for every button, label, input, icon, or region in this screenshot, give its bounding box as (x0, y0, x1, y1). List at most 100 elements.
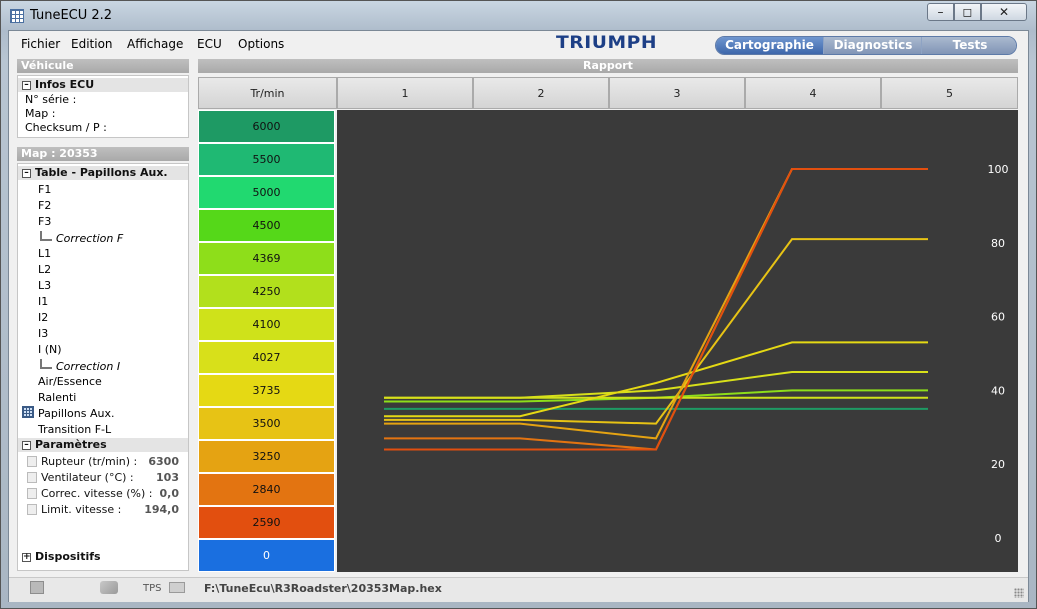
rpm-row[interactable]: 4369 (198, 242, 335, 275)
y-tick-label: 0 (995, 532, 1002, 545)
menu-edition[interactable]: Edition (71, 37, 113, 51)
rpm-row[interactable]: 5500 (198, 143, 335, 176)
y-tick-label: 60 (991, 311, 1005, 324)
y-tick-label: 100 (988, 163, 1009, 176)
y-tick-label: 80 (991, 237, 1005, 250)
rpm-row[interactable]: 3500 (198, 407, 335, 440)
menu-options[interactable]: Options (238, 37, 284, 51)
gear-header[interactable]: 4 (745, 77, 881, 109)
series-line-4027 (384, 370, 928, 399)
info-serial: N° série : (25, 93, 77, 106)
tab-tests[interactable]: Tests (921, 37, 1016, 54)
tree-item-i2[interactable]: I2 (38, 311, 48, 324)
file-path: F:\TuneEcu\R3Roadster\20353Map.hex (204, 582, 442, 595)
gear-header[interactable]: 3 (609, 77, 745, 109)
rpm-row[interactable]: 0 (198, 539, 335, 572)
view-tabs: Cartographie Diagnostics Tests (715, 36, 1017, 55)
y-tick-label: 20 (991, 458, 1005, 471)
spinner-icon[interactable] (27, 488, 37, 499)
parametres-title: Paramètres (35, 438, 107, 451)
param-correc-vitesse-value[interactable]: 0,0 (139, 487, 180, 500)
tree-item-papillons-aux[interactable]: Papillons Aux. (38, 407, 114, 420)
series-line-2840 (384, 168, 928, 451)
rpm-row[interactable]: 2840 (198, 473, 335, 506)
tree-item-f3[interactable]: F3 (38, 215, 51, 228)
menu-fichier[interactable]: Fichier (21, 37, 60, 51)
tree-item-i3[interactable]: I3 (38, 327, 48, 340)
sub-arrow-icon (40, 359, 52, 369)
tree-item-transition-f-l[interactable]: Transition F-L (38, 423, 111, 436)
tps-label: TPS (143, 583, 162, 594)
motorcycle-icon[interactable] (100, 581, 118, 594)
tree-item-f1[interactable]: F1 (38, 183, 51, 196)
param-limit-vitesse-label: Limit. vitesse : (41, 503, 122, 516)
tree-item-correction-i[interactable]: Correction I (40, 359, 120, 373)
rpm-row[interactable]: 2590 (198, 506, 335, 539)
menu-affichage[interactable]: Affichage (127, 37, 183, 51)
resize-grip-icon[interactable] (1014, 588, 1024, 598)
close-button[interactable]: ✕ (981, 3, 1027, 21)
series-line-3735 (384, 341, 928, 418)
tree-item-i-n[interactable]: I (N) (38, 343, 62, 356)
rpm-row[interactable]: 4027 (198, 341, 335, 374)
tree-item-f2[interactable]: F2 (38, 199, 51, 212)
table-grid-icon (22, 406, 34, 418)
sub-arrow-icon (40, 231, 52, 241)
graph-svg: 100 80 60 40 20 0 (384, 163, 1009, 545)
infos-ecu-title: Infos ECU (35, 78, 95, 91)
series-line-3500 (384, 238, 928, 425)
table-group-title: Table - Papillons Aux. (35, 166, 168, 179)
tree-item-l3[interactable]: L3 (38, 279, 51, 292)
collapse-icon[interactable]: – (22, 441, 31, 450)
tree-item-l2[interactable]: L2 (38, 263, 51, 276)
dispositifs-group[interactable]: + Dispositifs (18, 550, 188, 564)
tree-item-correction-f[interactable]: Correction F (40, 231, 123, 245)
tps-indicator (169, 582, 185, 593)
table-group[interactable]: – Table - Papillons Aux. (18, 166, 188, 180)
map-header: Map : 20353 (17, 147, 189, 161)
rpm-row[interactable]: 4100 (198, 308, 335, 341)
collapse-icon[interactable]: – (22, 81, 31, 90)
rpm-row[interactable]: 4500 (198, 209, 335, 242)
param-rupteur-label: Rupteur (tr/min) : (41, 455, 138, 468)
rpm-row[interactable]: 3250 (198, 440, 335, 473)
tree-item-l1[interactable]: L1 (38, 247, 51, 260)
info-map: Map : (25, 107, 56, 120)
menu-ecu[interactable]: ECU (197, 37, 222, 51)
triumph-logo: TRIUMPH (556, 33, 658, 53)
vehicule-header: Véhicule (17, 59, 189, 73)
param-rupteur-value[interactable]: 6300 (139, 455, 179, 468)
spinner-icon[interactable] (27, 504, 37, 515)
tree-item-ralenti[interactable]: Ralenti (38, 391, 76, 404)
spinner-icon[interactable] (27, 472, 37, 483)
corner-label: Tr/min (198, 77, 337, 109)
tab-cartographie[interactable]: Cartographie (716, 37, 823, 54)
gear-header[interactable]: 5 (881, 77, 1018, 109)
spinner-icon[interactable] (27, 456, 37, 467)
rpm-row[interactable]: 6000 (198, 110, 335, 143)
connection-icon[interactable] (30, 581, 44, 594)
maximize-button[interactable]: ◻ (954, 3, 981, 21)
rpm-row[interactable]: 4250 (198, 275, 335, 308)
title-bar[interactable]: TuneECU 2.2 – ◻ ✕ (0, 0, 1037, 30)
app-icon (10, 9, 24, 23)
param-ventilateur-value[interactable]: 103 (139, 471, 179, 484)
gear-header[interactable]: 2 (473, 77, 609, 109)
info-checksum: Checksum / P : (25, 121, 107, 134)
tree-item-air-essence[interactable]: Air/Essence (38, 375, 102, 388)
window-title: TuneECU 2.2 (30, 8, 113, 23)
tree-item-i1[interactable]: I1 (38, 295, 48, 308)
expand-icon[interactable]: + (22, 553, 31, 562)
parametres-group[interactable]: – Paramètres (18, 438, 188, 452)
tab-diagnostics[interactable]: Diagnostics (823, 37, 922, 54)
collapse-icon[interactable]: – (22, 169, 31, 178)
infos-ecu-group[interactable]: – Infos ECU (18, 78, 188, 92)
series-line-4369 (384, 389, 928, 403)
rpm-row[interactable]: 3735 (198, 374, 335, 407)
map-graph: 100 80 60 40 20 0 (337, 110, 1018, 572)
minimize-button[interactable]: – (927, 3, 954, 21)
y-tick-label: 40 (991, 384, 1005, 397)
param-limit-vitesse-value[interactable]: 194,0 (139, 503, 179, 516)
rpm-row[interactable]: 5000 (198, 176, 335, 209)
gear-header[interactable]: 1 (337, 77, 473, 109)
